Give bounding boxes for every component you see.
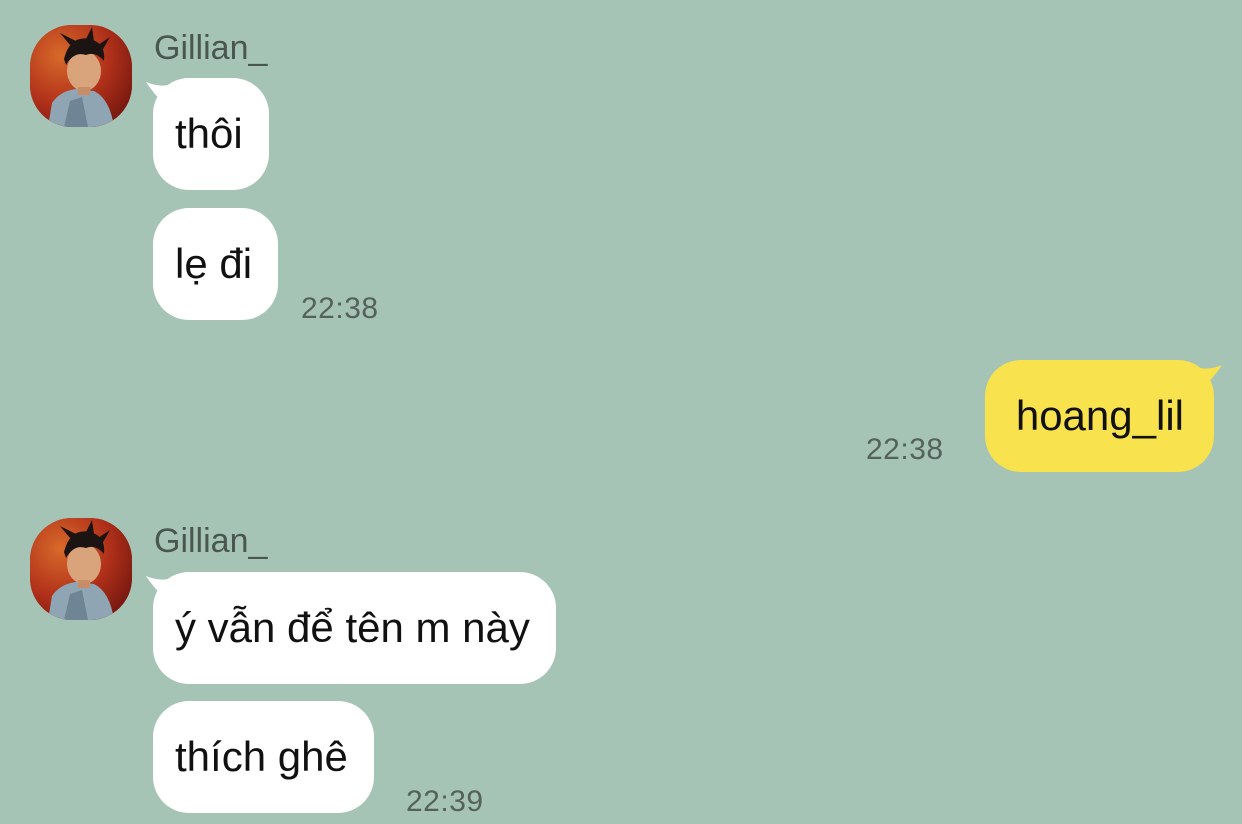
bubble-tail bbox=[1194, 365, 1222, 395]
avatar[interactable] bbox=[30, 25, 132, 127]
message-bubble-incoming[interactable]: ý vẫn để tên m này bbox=[153, 572, 556, 684]
avatar[interactable] bbox=[30, 518, 132, 620]
chat-thread: Gillian_ thôi lẹ đi 22:38 22:38 hoang_li… bbox=[0, 0, 1242, 824]
sender-name: Gillian_ bbox=[154, 29, 268, 67]
message-text: thôi bbox=[175, 110, 243, 157]
message-bubble-incoming[interactable]: thôi bbox=[153, 78, 269, 190]
message-text: ý vẫn để tên m này bbox=[175, 604, 530, 651]
message-text: hoang_lil bbox=[1015, 392, 1184, 439]
message-bubble-incoming[interactable]: thích ghê bbox=[153, 701, 374, 813]
message-bubble-incoming[interactable]: lẹ đi bbox=[153, 208, 279, 320]
profile-photo bbox=[30, 518, 132, 620]
message-text: lẹ đi bbox=[175, 240, 253, 287]
message-timestamp: 22:38 bbox=[866, 433, 944, 466]
message-timestamp: 22:38 bbox=[301, 292, 379, 325]
profile-photo bbox=[30, 25, 132, 127]
message-bubble-outgoing[interactable]: hoang_lil bbox=[984, 360, 1214, 472]
sender-name: Gillian_ bbox=[154, 522, 268, 560]
message-timestamp: 22:39 bbox=[406, 785, 484, 818]
message-text: thích ghê bbox=[175, 733, 348, 780]
